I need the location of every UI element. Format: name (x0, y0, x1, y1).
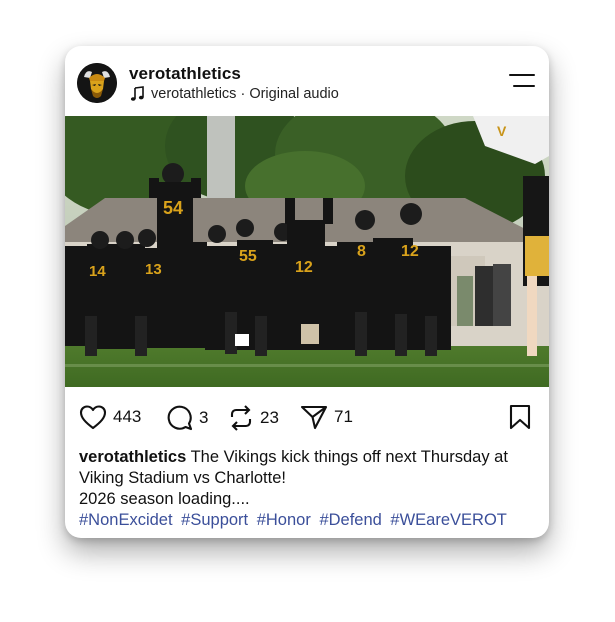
audio-artist: verotathletics (151, 86, 237, 102)
jersey-number: 12 (401, 243, 419, 260)
like-button[interactable]: 443 (79, 404, 141, 430)
menu-icon[interactable] (509, 74, 537, 90)
save-button[interactable] (508, 404, 532, 430)
audio-title: Original audio (249, 86, 339, 102)
hashtag-link[interactable]: #NonExcidet (79, 511, 173, 529)
comment-count: 3 (199, 407, 209, 427)
post-header: verotathletics verotathletics · Original… (65, 46, 549, 116)
hashtag-link[interactable]: #Support (181, 511, 248, 529)
post-video[interactable]: V 54 14 13 55 12 8 12 (65, 116, 549, 387)
jersey-number: 12 (295, 259, 313, 276)
football-team-entrance-image: V 54 14 13 55 12 8 12 (65, 116, 549, 387)
viking-logo-icon (77, 63, 117, 103)
like-count: 443 (113, 407, 142, 426)
post-username[interactable]: verotathletics (129, 64, 241, 84)
jersey-number: 55 (239, 248, 257, 265)
bookmark-icon (509, 404, 531, 430)
svg-text:V: V (497, 123, 507, 139)
hashtag-link[interactable]: #Honor (257, 511, 311, 529)
audio-separator: · (236, 86, 250, 102)
avatar[interactable] (77, 63, 117, 103)
hashtag-link[interactable]: #Defend (319, 511, 381, 529)
audio-attribution[interactable]: verotathletics · Original audio (129, 86, 339, 102)
hashtag-link[interactable]: #WEareVEROT (390, 511, 506, 529)
action-bar: 443 3 23 71 (65, 387, 549, 447)
jersey-number: 13 (145, 261, 162, 278)
repost-icon (230, 405, 252, 431)
jersey-number: 14 (89, 263, 106, 280)
repost-button[interactable]: 23 (228, 404, 279, 432)
post-caption: verotathletics The Vikings kick things o… (79, 447, 537, 510)
hashtags: #NonExcidet #Support #Honor #Defend #WEa… (79, 511, 511, 530)
share-count: 71 (334, 407, 353, 426)
repost-count: 23 (260, 408, 279, 427)
comment-icon (167, 405, 193, 431)
caption-line-2: 2026 season loading.... (79, 490, 250, 508)
heart-icon (79, 405, 107, 430)
send-icon (300, 405, 328, 430)
jersey-number: 8 (357, 243, 366, 260)
caption-username[interactable]: verotathletics (79, 448, 186, 466)
post-card: verotathletics verotathletics · Original… (65, 46, 549, 538)
comment-button[interactable]: 3 (166, 404, 208, 431)
share-button[interactable]: 71 (300, 404, 353, 430)
jersey-number: 54 (163, 198, 183, 218)
music-note-icon (130, 86, 144, 101)
